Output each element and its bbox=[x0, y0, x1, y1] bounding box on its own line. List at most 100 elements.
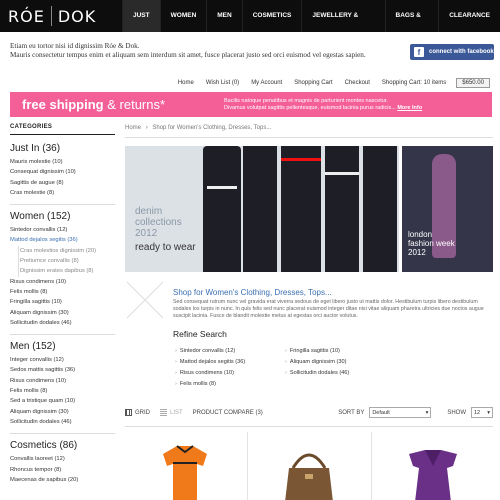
home-link[interactable]: Home bbox=[172, 80, 200, 86]
chevron-down-icon: ▾ bbox=[487, 409, 490, 416]
facebook-connect-button[interactable]: f connect with facebook bbox=[410, 44, 494, 60]
sidebar-subitem[interactable]: Dignissim erates dapibus (8) bbox=[19, 266, 115, 276]
cart-link[interactable]: Shopping Cart bbox=[288, 80, 338, 86]
cart-total-button[interactable]: $650.00 bbox=[456, 78, 490, 88]
sidebar-title: CATEGORIES bbox=[10, 124, 115, 135]
brand-part1: RÓE bbox=[8, 6, 45, 26]
sidebar-item[interactable]: Consequat dignissim (10) bbox=[10, 167, 115, 177]
category-just-in[interactable]: Just In (36) bbox=[10, 143, 115, 154]
sidebar-item[interactable]: Sedos mattis sagittis (36) bbox=[10, 365, 115, 375]
wishlist-link[interactable]: Wish List (0) bbox=[200, 80, 245, 86]
nav-men[interactable]: MEN bbox=[206, 0, 241, 32]
sidebar-item[interactable]: Cras molestie (8) bbox=[10, 188, 115, 198]
hero-tagline: ready to wear bbox=[135, 242, 196, 253]
grid-view-label[interactable]: GRID bbox=[135, 410, 150, 416]
model-leg bbox=[243, 146, 277, 272]
sidebar-item[interactable]: Rhoncus tempor (8) bbox=[10, 465, 115, 475]
decorative-cross-icon bbox=[126, 281, 164, 319]
refine-search-title: Refine Search bbox=[173, 329, 227, 339]
cart-summary[interactable]: Shopping Cart: 10 items bbox=[376, 80, 452, 86]
sidebar-item[interactable]: Mauris molestie (10) bbox=[10, 157, 115, 167]
sidebar-item-active[interactable]: Mattod dejalos segitis (36) bbox=[10, 235, 115, 245]
white-belt bbox=[325, 172, 359, 175]
show-count-value: 12 bbox=[474, 409, 481, 416]
nav-just-in[interactable]: JUST IN bbox=[122, 0, 160, 51]
account-link[interactable]: My Account bbox=[245, 80, 288, 86]
sidebar-item[interactable]: Felis mollis (8) bbox=[10, 287, 115, 297]
breadcrumb: Home › Shop for Women's Clothing, Dresse… bbox=[125, 125, 271, 131]
hero-line-1: denim bbox=[135, 206, 163, 217]
refine-link[interactable]: Risus condimens (10) bbox=[175, 368, 245, 379]
sidebar-item[interactable]: Aliquam dignissim (30) bbox=[10, 407, 115, 417]
product-card-jersey[interactable] bbox=[125, 432, 245, 500]
category-women[interactable]: Women (152) bbox=[10, 211, 115, 222]
product-card-dress[interactable] bbox=[373, 432, 493, 500]
sidebar-item[interactable]: Sollicitudin dodales (46) bbox=[10, 417, 115, 427]
nav-clearance[interactable]: CLEARANCE bbox=[438, 0, 500, 32]
sidebar-item[interactable]: Sintedor convallis (12) bbox=[10, 225, 115, 235]
free-shipping-banner[interactable]: free shipping & returns* Bacilis natoque… bbox=[10, 92, 492, 117]
sidebar-item[interactable]: Convallis laoreet (12) bbox=[10, 454, 115, 464]
list-view-icon[interactable] bbox=[160, 409, 167, 416]
sidebar-divider bbox=[10, 204, 115, 206]
refine-link[interactable]: Mattod dejalos segitis (36) bbox=[175, 357, 245, 368]
nav-women[interactable]: WOMEN bbox=[159, 0, 207, 32]
chevron-down-icon: ▾ bbox=[425, 409, 429, 416]
purple-dress-image bbox=[409, 450, 457, 500]
breadcrumb-current: Shop for Women's Clothing, Dresses, Tops… bbox=[152, 125, 272, 131]
category-sidebar: CATEGORIES Just In (36) Mauris molestie … bbox=[10, 124, 115, 485]
sidebar-item[interactable]: Maecenas de sapibus (20) bbox=[10, 475, 115, 485]
product-compare-link[interactable]: PRODUCT COMPARE (3) bbox=[193, 410, 263, 416]
category-men[interactable]: Men (152) bbox=[10, 341, 115, 352]
fashion-week-banner[interactable]: london fashion week 2012 bbox=[402, 146, 493, 272]
nav-bags-shoes[interactable]: BAGS & SHOES bbox=[384, 0, 439, 51]
white-belt bbox=[207, 186, 237, 189]
promo-more-link[interactable]: More Info bbox=[397, 105, 422, 111]
sidebar-item[interactable]: Sagittis de augue (8) bbox=[10, 178, 115, 188]
product-grid bbox=[125, 432, 493, 500]
sidebar-item[interactable]: Sed a tristique quam (10) bbox=[10, 396, 115, 406]
grid-view-icon[interactable] bbox=[125, 409, 132, 416]
denim-collection-banner[interactable]: denim collections 2012 ready to wear bbox=[125, 146, 399, 272]
sidebar-subitem[interactable]: Pretiumce convallis (8) bbox=[19, 256, 115, 266]
brand-logo[interactable]: RÓE DOK bbox=[8, 6, 96, 26]
show-count-select[interactable]: 12 ▾ bbox=[471, 407, 493, 418]
sidebar-item[interactable]: Fringilla sagittis (10) bbox=[10, 297, 115, 307]
intro-line-2: Mauris consectetur tempus enim et aliqua… bbox=[10, 51, 366, 59]
sidebar-item[interactable]: Risus condimens (10) bbox=[10, 376, 115, 386]
sort-by-select[interactable]: Default ▾ bbox=[369, 407, 432, 418]
breadcrumb-separator: › bbox=[145, 125, 148, 131]
sidebar-item[interactable]: Sollicitudin dodales (46) bbox=[10, 318, 115, 328]
product-toolbar: GRID LIST PRODUCT COMPARE (3) SORT BY De… bbox=[125, 406, 493, 419]
nav-cosmetics[interactable]: COSMETICS bbox=[241, 0, 302, 32]
shop-body: Sed consequat rutrum nunc vel gravida er… bbox=[173, 299, 484, 319]
refine-link[interactable]: Felis mollis (8) bbox=[175, 379, 245, 390]
hero-line-3: 2012 bbox=[135, 228, 158, 239]
product-divider bbox=[247, 432, 248, 500]
refine-column-2: Fringilla sagittis (10) Aliquam dignissi… bbox=[285, 346, 349, 379]
breadcrumb-home[interactable]: Home bbox=[125, 125, 141, 131]
refine-link[interactable]: Sintedor convallis (12) bbox=[175, 346, 245, 357]
hero-line-2: collections bbox=[135, 217, 182, 228]
utility-nav: Home Wish List (0) My Account Shopping C… bbox=[172, 78, 490, 88]
intro-text: Etiam eu tortor nisi id dignissim Róe & … bbox=[10, 42, 366, 60]
refine-link[interactable]: Sollicitudin dodales (46) bbox=[285, 368, 349, 379]
intro-line-1: Etiam eu tortor nisi id dignissim Róe & … bbox=[10, 42, 140, 50]
category-cosmetics[interactable]: Cosmetics (86) bbox=[10, 440, 115, 451]
sidebar-item[interactable]: Integer convallis (12) bbox=[10, 355, 115, 365]
checkout-link[interactable]: Checkout bbox=[339, 80, 376, 86]
fashion-week-heading: london fashion week 2012 bbox=[408, 230, 455, 257]
sidebar-subitem[interactable]: Cras molestios dignissim (20) bbox=[19, 246, 115, 256]
product-card-handbag[interactable] bbox=[249, 432, 369, 500]
list-view-label[interactable]: LIST bbox=[170, 410, 183, 416]
refine-link[interactable]: Fringilla sagittis (10) bbox=[285, 346, 349, 357]
sidebar-item[interactable]: Risus condimens (10) bbox=[10, 277, 115, 287]
shop-title: Shop for Women's Clothing, Dresses, Tops… bbox=[173, 288, 332, 297]
main-nav: JUST IN WOMEN MEN COSMETICS JEWELLERY & … bbox=[122, 0, 500, 51]
nav-jewellery[interactable]: JEWELLERY & ACCESSORIES bbox=[301, 0, 384, 51]
refine-link[interactable]: Aliquam dignissim (30) bbox=[285, 357, 349, 368]
sidebar-item[interactable]: Aliquam dignissim (30) bbox=[10, 308, 115, 318]
promo-line-1: Bacilis natoque penatibus et magnis de p… bbox=[224, 97, 388, 104]
sidebar-item[interactable]: Felis mollis (8) bbox=[10, 386, 115, 396]
promo-headline: free shipping & returns* bbox=[10, 97, 216, 112]
